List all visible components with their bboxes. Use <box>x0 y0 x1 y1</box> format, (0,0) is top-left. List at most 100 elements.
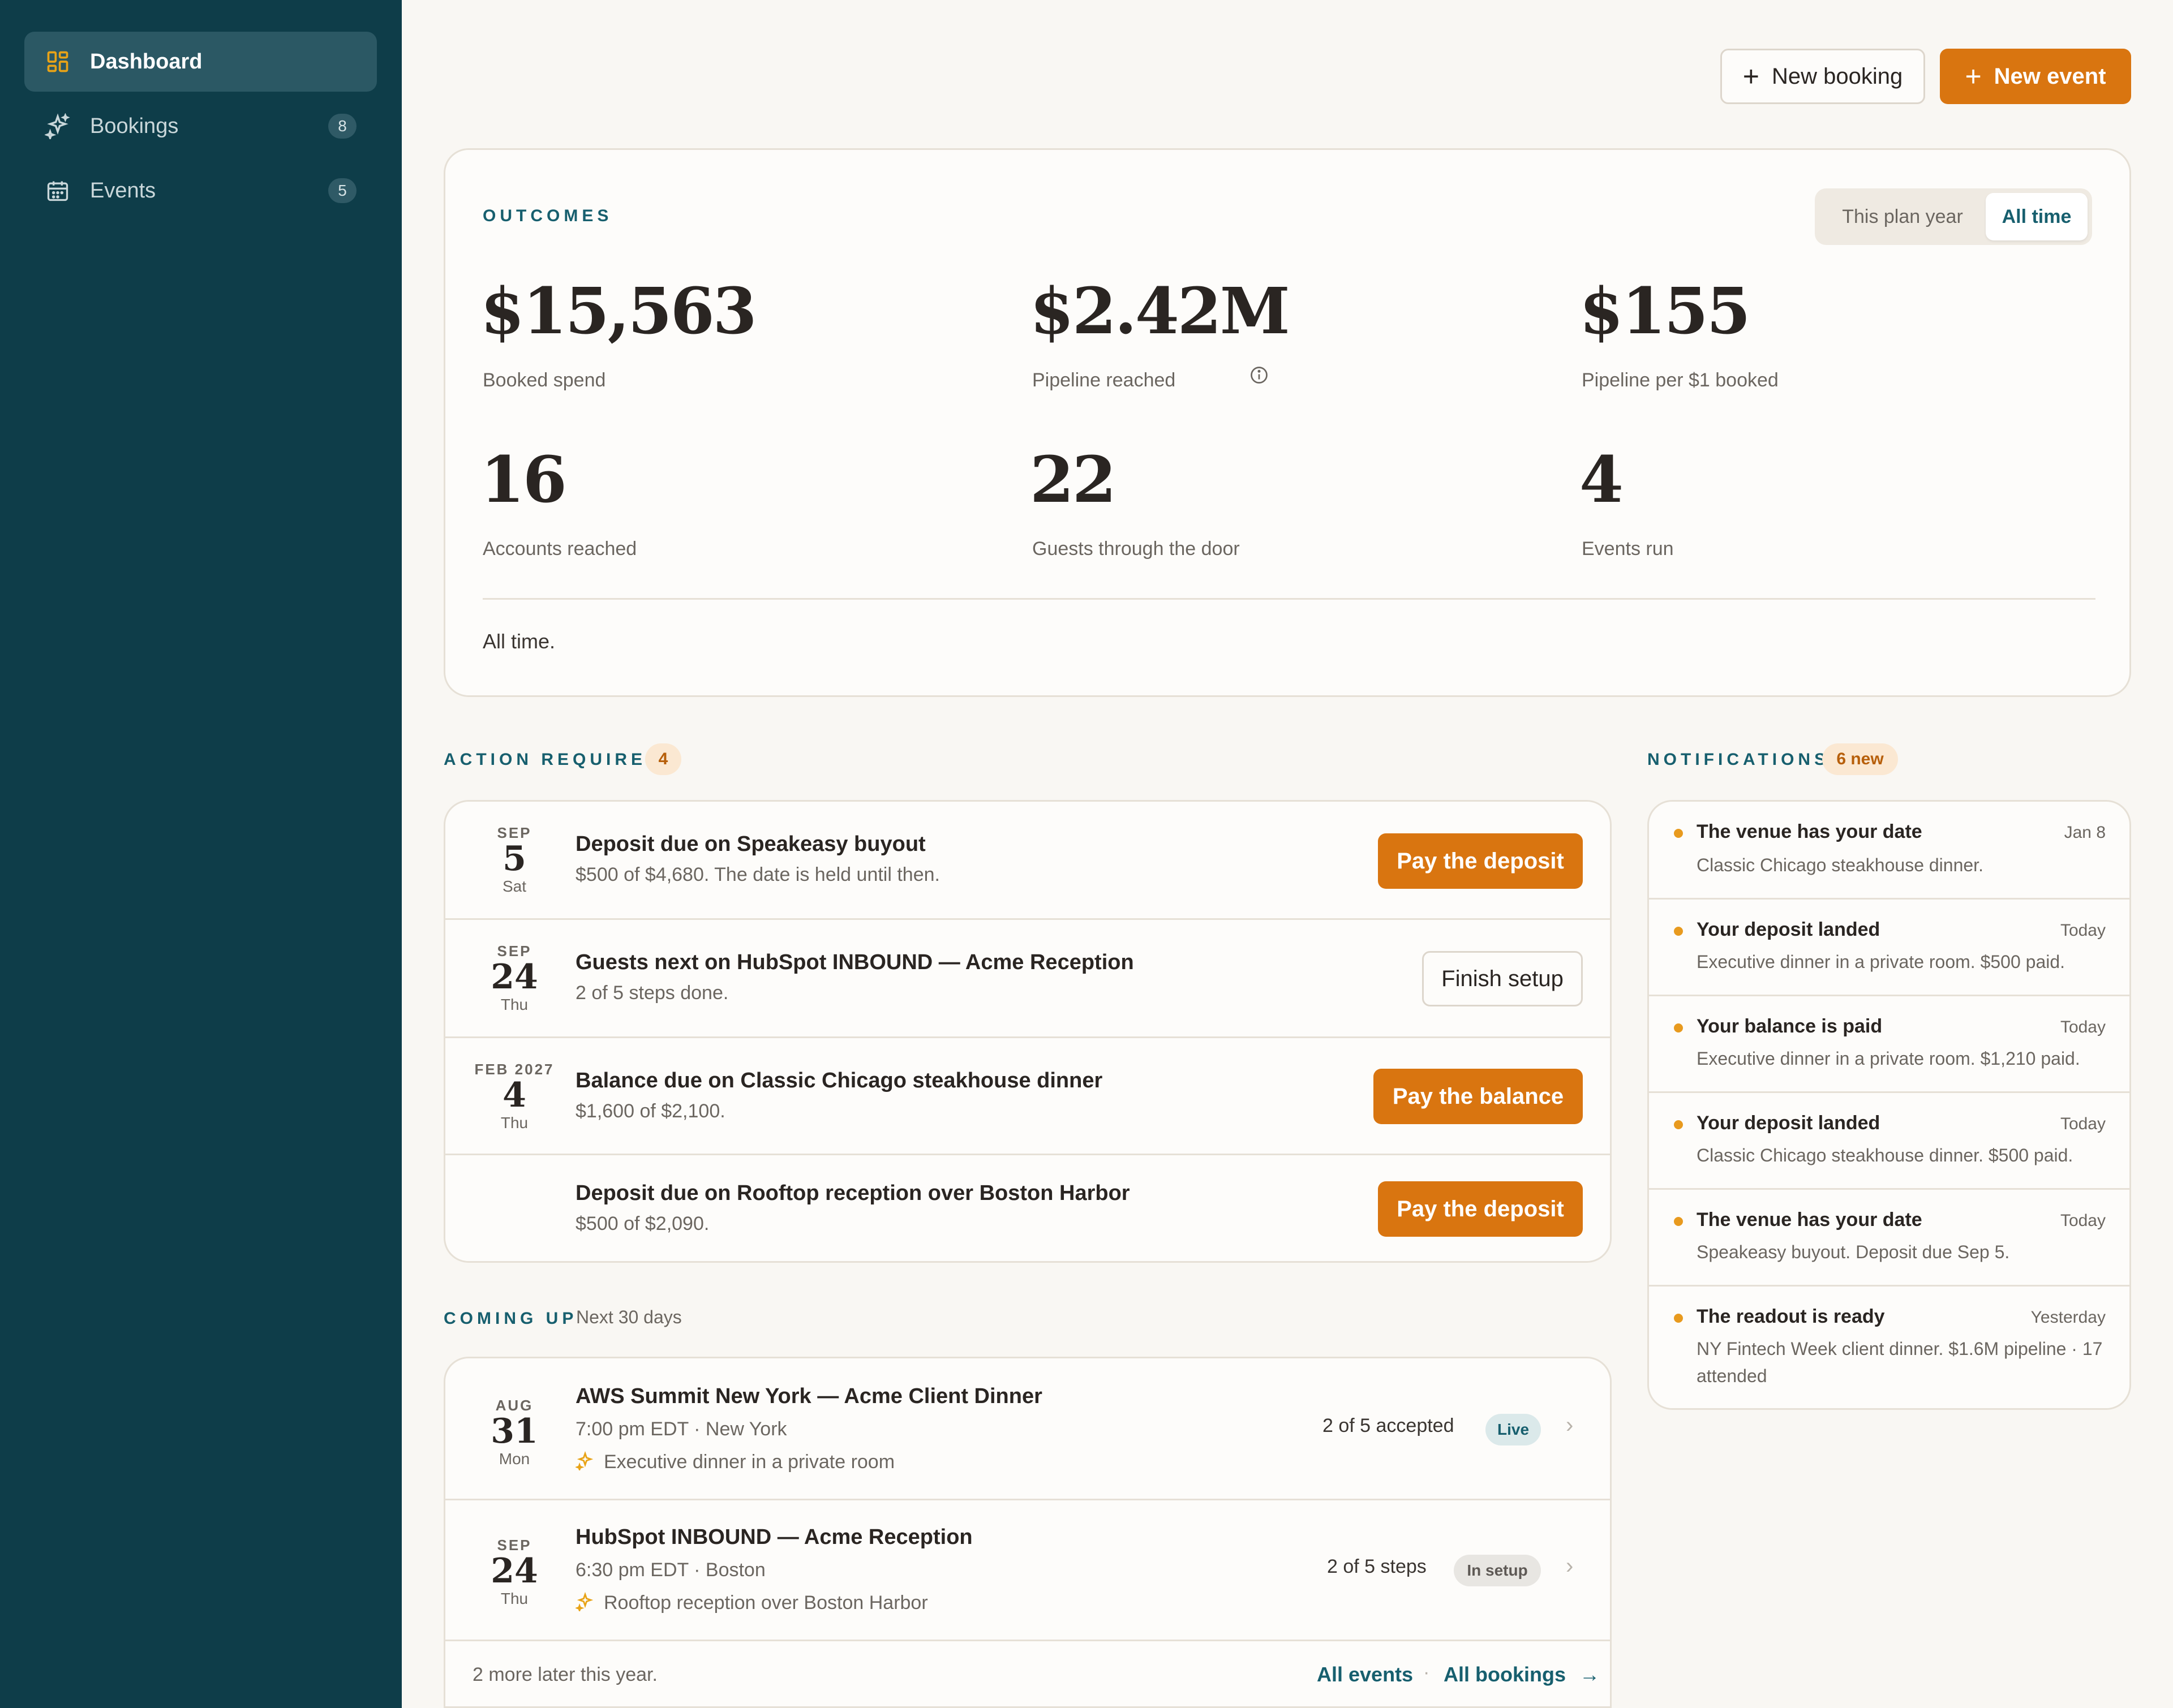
dashboard-icon <box>45 49 71 75</box>
arrow-right-icon: → <box>1579 1663 1600 1686</box>
plus-icon: + <box>1742 61 1759 92</box>
date-weekday: Thu <box>500 996 529 1013</box>
new-booking-button[interactable]: + New booking <box>1720 49 1925 104</box>
notification-time: Jan 8 <box>2064 823 2106 842</box>
action-subtitle: 2 of 5 steps done. <box>576 982 729 1004</box>
notification-title: The readout is ready <box>1697 1306 1885 1327</box>
status-badge: Live <box>1485 1414 1541 1445</box>
unread-dot <box>1674 1023 1683 1032</box>
event-row[interactable]: AUG 31 Mon AWS Summit New York — Acme Cl… <box>445 1358 1610 1499</box>
notification-item[interactable]: Your balance is paid Today Executive din… <box>1649 996 2129 1091</box>
chevron-right-icon: › <box>1566 1413 1574 1438</box>
sidebar-item-label: Dashboard <box>90 49 203 74</box>
date-weekday: Thu <box>500 1590 529 1607</box>
event-time: 6:30 pm EDT · Boston <box>576 1559 766 1581</box>
notification-time: Today <box>2060 921 2106 940</box>
list-item: FEB 2027 4 Thu Balance due on Classic Ch… <box>445 1038 1610 1154</box>
sparkle-icon <box>574 1591 595 1613</box>
notification-body: Executive dinner in a private room. $1,2… <box>1697 1048 2080 1069</box>
count-badge: 8 <box>328 114 357 139</box>
metric-label: Accounts reached <box>483 538 637 560</box>
date-day: 4 <box>503 1075 526 1115</box>
calendar-icon <box>45 178 71 204</box>
pay-balance-button[interactable]: Pay the balance <box>1373 1069 1583 1124</box>
notification-item[interactable]: Your deposit landed Today Executive dinn… <box>1649 900 2129 995</box>
notification-body: Classic Chicago steakhouse dinner. $500 … <box>1697 1145 2073 1165</box>
time-range-toggle: This plan year All time <box>1815 188 2092 245</box>
notification-body: Speakeasy buyout. Deposit due Sep 5. <box>1697 1242 2010 1262</box>
notifications-title: NOTIFICATIONS <box>1647 750 1830 769</box>
event-title: HubSpot INBOUND — Acme Reception <box>576 1525 973 1549</box>
action-title: Deposit due on Rooftop reception over Bo… <box>576 1181 1130 1205</box>
notifications-badge: 6 new <box>1822 743 1898 775</box>
list-item: Deposit due on Rooftop reception over Bo… <box>445 1155 1610 1263</box>
event-time: 7:00 pm EDT · New York <box>576 1418 787 1440</box>
pay-deposit-button[interactable]: Pay the deposit <box>1378 833 1583 889</box>
sparkle-icon <box>45 113 71 139</box>
notification-item[interactable]: The readout is ready Yesterday NY Fintec… <box>1649 1287 2129 1408</box>
notification-item[interactable]: Your deposit landed Today Classic Chicag… <box>1649 1093 2129 1188</box>
notification-body: Classic Chicago steakhouse dinner. <box>1697 855 1983 875</box>
metric-value: 22 <box>1030 443 1116 517</box>
notification-time: Today <box>2060 1115 2106 1133</box>
notification-title: Your deposit landed <box>1697 919 1880 940</box>
action-subtitle: $500 of $4,680. The date is held until t… <box>576 864 940 885</box>
metric-value: 16 <box>480 443 567 517</box>
notification-title: Your deposit landed <box>1697 1112 1880 1134</box>
unread-dot <box>1674 1217 1683 1226</box>
venue-label: Executive dinner in a private room <box>604 1451 895 1473</box>
sparkle-icon <box>574 1451 595 1472</box>
notification-body: NY Fintech Week client dinner. $1.6M pip… <box>1697 1339 2103 1386</box>
date-weekday: Mon <box>499 1450 530 1468</box>
toggle-this-plan-year[interactable]: This plan year <box>1820 193 1985 240</box>
sidebar-item-label: Bookings <box>90 114 179 138</box>
action-title: Balance due on Classic Chicago steakhous… <box>576 1069 1103 1092</box>
date-day: 5 <box>503 839 526 879</box>
new-event-button[interactable]: + New event <box>1940 49 2131 104</box>
coming-up-footer: 2 more later this year. <box>473 1664 658 1685</box>
coming-up-range: Next 30 days <box>576 1307 682 1327</box>
finish-setup-button[interactable]: Finish setup <box>1422 951 1583 1006</box>
status-badge: In setup <box>1454 1555 1541 1586</box>
metric-value: 4 <box>1579 443 1624 517</box>
notification-time: Today <box>2060 1018 2106 1036</box>
action-subtitle: $500 of $2,090. <box>576 1213 710 1234</box>
sidebar-item-events[interactable]: Events 5 <box>24 161 377 221</box>
metric-label: Pipeline reached <box>1032 369 1176 391</box>
action-required-card: SEP 5 Sat Deposit due on Speakeasy buyou… <box>444 800 1612 1263</box>
metric-value: $2.42M <box>1030 274 1290 349</box>
unread-dot <box>1674 927 1683 936</box>
sidebar-item-bookings[interactable]: Bookings 8 <box>24 96 377 156</box>
notification-time: Today <box>2060 1211 2106 1230</box>
all-bookings-label: All bookings <box>1444 1663 1566 1686</box>
notifications-card: The venue has your date Jan 8 Classic Ch… <box>1647 800 2131 1410</box>
pay-deposit-button[interactable]: Pay the deposit <box>1378 1181 1583 1237</box>
notification-title: Your balance is paid <box>1697 1016 1883 1037</box>
unread-dot <box>1674 829 1683 838</box>
info-icon[interactable] <box>1249 365 1269 385</box>
separator-dot: · <box>1423 1662 1430 1683</box>
sidebar-item-label: Events <box>90 178 156 203</box>
event-progress: 2 of 5 accepted <box>1322 1415 1454 1436</box>
all-bookings-link[interactable]: All bookings → <box>1444 1663 1600 1687</box>
outcomes-footer: All time. <box>483 630 556 653</box>
metric-label: Booked spend <box>483 369 606 391</box>
metric-value: $155 <box>1579 274 1751 349</box>
action-title: Guests next on HubSpot INBOUND — Acme Re… <box>576 950 1134 974</box>
action-required-title: ACTION REQUIRED <box>444 750 663 769</box>
action-count-badge: 4 <box>645 743 681 775</box>
notification-body: Executive dinner in a private room. $500… <box>1697 952 2065 972</box>
event-row[interactable]: SEP 24 Thu HubSpot INBOUND — Acme Recept… <box>445 1500 1610 1640</box>
date-weekday: Sat <box>502 877 527 895</box>
unread-dot <box>1674 1314 1683 1323</box>
notification-item[interactable]: The venue has your date Today Speakeasy … <box>1649 1190 2129 1285</box>
notification-item[interactable]: The venue has your date Jan 8 Classic Ch… <box>1649 802 2129 898</box>
new-booking-label: New booking <box>1771 63 1903 89</box>
metric-value: $15,563 <box>480 274 757 349</box>
toggle-all-time[interactable]: All time <box>1986 193 2088 240</box>
date-day: 24 <box>491 1551 538 1591</box>
sidebar-item-dashboard[interactable]: Dashboard <box>24 32 377 92</box>
all-events-link[interactable]: All events <box>1317 1663 1413 1687</box>
notification-title: The venue has your date <box>1697 1209 1922 1231</box>
coming-up-title: COMING UP <box>444 1309 578 1328</box>
